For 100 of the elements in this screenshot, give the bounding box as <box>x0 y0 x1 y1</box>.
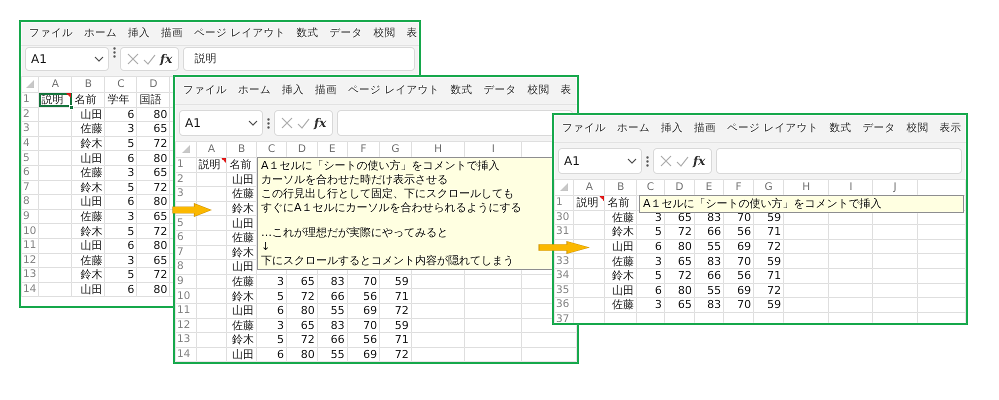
row-header[interactable]: 13 <box>176 332 196 348</box>
row-header[interactable]: 6 <box>176 230 196 246</box>
menu-tab[interactable]: ファイル <box>562 120 606 136</box>
menu-tab[interactable]: データ <box>329 26 362 42</box>
right-arrow <box>538 241 590 254</box>
close-icon[interactable] <box>127 53 139 65</box>
menu-tab[interactable]: ファイル <box>183 82 227 98</box>
row-header[interactable]: 11 <box>22 238 39 254</box>
column-header[interactable]: D <box>136 76 170 92</box>
comment-line: すぐにA１セルにカーソルを合わせられるようにする <box>261 201 523 215</box>
menu-tab[interactable]: 挿入 <box>661 120 683 136</box>
close-icon[interactable] <box>660 155 672 167</box>
menu-tab[interactable]: 校閲 <box>906 120 928 136</box>
column-header[interactable]: B <box>226 142 256 158</box>
chevron-down-icon[interactable] <box>94 56 104 62</box>
row-header[interactable]: 4 <box>22 136 39 151</box>
row-header[interactable]: 36 <box>554 298 574 312</box>
row-header[interactable]: 12 <box>176 318 196 333</box>
chevron-down-icon[interactable] <box>248 120 258 126</box>
column-header[interactable]: B <box>72 76 105 92</box>
check-icon[interactable] <box>676 156 689 166</box>
menu-tab[interactable]: 挿入 <box>128 26 150 42</box>
row-header[interactable]: 7 <box>176 245 196 260</box>
menu-tab[interactable]: ホーム <box>617 120 650 136</box>
row-header[interactable]: 3 <box>22 122 39 136</box>
row-header[interactable]: 14 <box>176 347 196 362</box>
more-icon[interactable] <box>113 47 116 58</box>
menu-tab[interactable]: 校閲 <box>527 82 550 98</box>
menu-tab[interactable]: ホーム <box>238 82 271 98</box>
table-cell: 佐藤 <box>604 210 637 225</box>
row-header[interactable]: 34 <box>554 268 574 284</box>
select-all-icon[interactable] <box>26 80 34 88</box>
table-cell: 山田 <box>226 260 256 274</box>
row-header[interactable]: 13 <box>22 268 39 282</box>
menu-tab[interactable]: 数式 <box>829 120 852 136</box>
row-header[interactable]: 8 <box>22 194 39 210</box>
menu-tab[interactable]: 校閲 <box>373 26 396 42</box>
row-header[interactable]: 2 <box>176 172 196 187</box>
column-header[interactable]: A <box>38 76 72 92</box>
check-icon[interactable] <box>143 54 156 64</box>
menu-tab[interactable]: 数式 <box>450 82 472 98</box>
formula-field[interactable]: 説明 <box>183 47 415 71</box>
menu-tab[interactable]: 描画 <box>315 82 337 98</box>
insert-function-button[interactable]: fx <box>314 114 326 132</box>
name-box[interactable]: A1 <box>558 148 642 174</box>
menu-tab[interactable]: ページ レイアウト <box>194 26 286 42</box>
row-header[interactable]: 5 <box>176 216 196 230</box>
name-box[interactable]: A1 <box>179 110 263 136</box>
more-icon[interactable] <box>267 118 270 128</box>
menu-tab[interactable]: ページ レイアウト <box>348 82 440 98</box>
select-all-icon[interactable] <box>560 183 568 192</box>
menu-tab[interactable]: データ <box>483 82 516 98</box>
row-header[interactable]: 12 <box>22 253 39 268</box>
row-header[interactable]: 9 <box>22 209 39 224</box>
menu-tab[interactable]: 表 <box>560 82 572 98</box>
row-header[interactable]: 3 <box>176 186 196 202</box>
formula-field[interactable] <box>716 148 962 174</box>
fill-handle[interactable] <box>69 104 74 110</box>
row-header[interactable]: 7 <box>22 180 39 195</box>
insert-function-button[interactable]: fx <box>160 50 172 68</box>
close-icon[interactable] <box>281 117 293 129</box>
row-header[interactable]: 5 <box>22 150 39 166</box>
table-cell: 山田 <box>72 194 105 210</box>
column-header[interactable]: C <box>104 76 137 92</box>
row-header[interactable]: 11 <box>176 303 196 318</box>
row-header[interactable]: 1 <box>176 158 196 172</box>
menu-tab[interactable]: 表示 <box>939 120 962 136</box>
chevron-down-icon[interactable] <box>627 158 637 164</box>
menu-tab[interactable]: 表 <box>406 26 418 42</box>
row-header[interactable]: 33 <box>554 254 574 268</box>
insert-function-button[interactable]: fx <box>693 152 706 170</box>
column-header[interactable]: A <box>574 180 605 196</box>
row-header[interactable]: 9 <box>176 274 196 289</box>
menu-tab[interactable]: ページ レイアウト <box>727 120 818 136</box>
menu-tab[interactable]: ホーム <box>84 26 117 42</box>
row-header[interactable]: 8 <box>176 260 196 274</box>
menu-tab[interactable]: 描画 <box>161 26 183 42</box>
row-header[interactable]: 2 <box>22 107 39 122</box>
select-all-icon[interactable] <box>182 145 190 154</box>
row-header[interactable]: 1 <box>22 92 39 108</box>
column-header[interactable]: A <box>196 142 227 158</box>
row-header[interactable]: 6 <box>22 165 39 180</box>
row-header[interactable]: 1 <box>554 196 574 210</box>
row-header[interactable]: 10 <box>176 288 196 304</box>
row-header[interactable]: 30 <box>554 210 574 225</box>
menu-tab[interactable]: ファイル <box>29 26 73 42</box>
row-header[interactable]: 35 <box>554 283 574 298</box>
menu-tab[interactable]: 挿入 <box>282 82 304 98</box>
menu-tab[interactable]: データ <box>862 120 896 136</box>
column-header[interactable]: B <box>604 180 637 196</box>
check-icon[interactable] <box>297 118 310 128</box>
row-header[interactable]: 37 <box>554 312 574 323</box>
row-header[interactable]: 14 <box>22 282 39 297</box>
row-header[interactable]: 31 <box>554 224 574 240</box>
menu-tab[interactable]: 数式 <box>296 26 318 42</box>
menu-tab[interactable]: 描画 <box>694 120 716 136</box>
formula-field[interactable] <box>337 110 573 136</box>
more-icon[interactable] <box>646 156 649 166</box>
name-box[interactable]: A1 <box>25 47 109 71</box>
row-header[interactable]: 10 <box>22 224 39 238</box>
